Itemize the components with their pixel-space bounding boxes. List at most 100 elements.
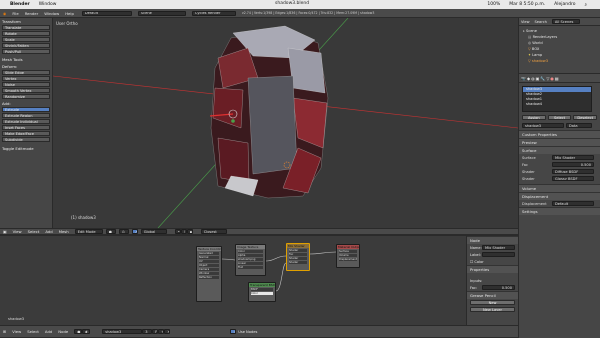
node-panel-title[interactable]: Node [467, 236, 518, 244]
node-socket[interactable]: Color [238, 250, 263, 253]
image-field[interactable]: shadow3.png [238, 258, 263, 261]
node-socket[interactable]: Shader [289, 257, 307, 260]
projection-field[interactable]: Flat [238, 266, 263, 269]
noise-button[interactable]: Noise [2, 82, 50, 87]
image-texture-node[interactable]: Image Texture Color Alpha shadow3.png Li… [235, 244, 266, 276]
outliner-item-shadow3[interactable]: ▽ shadow3 [523, 58, 598, 64]
use-nodes-checkbox[interactable]: ✓ [230, 329, 237, 334]
preview-title[interactable]: Preview [519, 138, 600, 146]
object-tab-icon[interactable]: ▣ [536, 76, 540, 81]
node-editor-type-icon[interactable]: ⊞ [3, 329, 6, 334]
material-slot[interactable]: shadow4 [523, 102, 591, 107]
node-menu-select[interactable]: Select [27, 329, 39, 334]
search-icon[interactable]: ⌕ [584, 2, 587, 8]
outliner-display-mode[interactable]: All Scenes [551, 19, 580, 24]
transparent-bsdf-node[interactable]: Transparent BSDF BSDF Color [248, 282, 276, 302]
node-socket[interactable]: Displacement [339, 258, 357, 261]
vertex-button[interactable]: Vertex [2, 76, 50, 81]
3d-viewport[interactable]: User Ortho (1) shadow3 [53, 18, 518, 228]
node-socket[interactable]: Alpha [238, 254, 263, 257]
new-layer-button[interactable]: New Layer [470, 307, 515, 312]
scene-tab-icon[interactable]: ◆ [527, 76, 530, 81]
settings-title[interactable]: Settings [519, 207, 600, 215]
editor-type-icon[interactable]: ▣ [3, 229, 7, 234]
node-socket[interactable]: Surface [339, 250, 357, 253]
node-socket[interactable]: Reflection [199, 276, 219, 279]
mode-selector[interactable]: Edit Mode [74, 229, 103, 234]
shrink-fatten-button[interactable]: Shrink/Fatten [2, 43, 50, 48]
material-tab-icon[interactable]: ● [550, 76, 554, 81]
material-users-field[interactable]: 3 [142, 329, 153, 334]
face-select-mode[interactable]: ▪ [186, 229, 193, 234]
translate-button[interactable]: Translate [2, 25, 50, 30]
texture-tab-icon[interactable]: ▦ [555, 76, 559, 81]
slide-edge-button[interactable]: Slide Edge [2, 70, 50, 75]
material-output-node[interactable]: Material Output Surface Volume Displacem… [336, 244, 360, 268]
render-engine-selector[interactable]: Cycles Render [191, 10, 236, 16]
extrude-region-button[interactable]: Extrude Region [2, 113, 50, 118]
volume-title[interactable]: Volume [519, 184, 600, 192]
node-socket[interactable]: Shader [289, 261, 307, 264]
viewport-menu-add[interactable]: Add [45, 229, 52, 234]
displacement-title[interactable]: Displacement [519, 192, 600, 200]
assign-button[interactable]: Assign [522, 115, 546, 120]
battery-status[interactable]: 100% [487, 2, 500, 7]
node-socket[interactable]: UV [199, 260, 219, 263]
vertex-select-mode[interactable]: • [174, 229, 181, 234]
node-socket[interactable]: Normal [199, 256, 219, 259]
material-link-selector[interactable]: Data [566, 123, 592, 128]
edge-select-mode[interactable]: / [180, 229, 187, 234]
node-socket[interactable]: BSDF [251, 288, 273, 291]
node-menu-view[interactable]: View [12, 329, 21, 334]
layout-selector[interactable]: Default [81, 10, 132, 16]
node-name-field[interactable]: Mix Shader [482, 245, 515, 250]
transform-panel-title[interactable]: Transform [0, 18, 52, 25]
fac-field[interactable]: 0.500 [482, 285, 515, 290]
color-field[interactable]: Color [251, 292, 273, 295]
node-socket[interactable]: Object [199, 264, 219, 267]
smooth-vertex-button[interactable]: Smooth Vertex [2, 88, 50, 93]
unlink-material-button[interactable]: ✕ [164, 329, 171, 334]
shader-type-object-icon[interactable]: ● [74, 329, 83, 334]
node-socket[interactable]: Volume [339, 254, 357, 257]
node-socket[interactable]: Generated [199, 252, 219, 255]
pivot-selector[interactable]: ◎ [118, 229, 129, 234]
mix-shader-node[interactable]: Mix Shader Shader Fac Shader Shader [286, 243, 310, 271]
interpolation-field[interactable]: Linear [238, 262, 263, 265]
subdivide-button[interactable]: Subdivide [2, 137, 50, 142]
node-socket[interactable]: Shader [289, 249, 307, 252]
menu-window[interactable]: Window [44, 11, 59, 16]
app-menu[interactable]: Blender [10, 2, 30, 7]
grease-new-button[interactable]: New [470, 300, 515, 305]
surface-title[interactable]: Surface [519, 146, 600, 154]
texture-coordinate-node[interactable]: Texture Coordinate Generated Normal UV O… [196, 246, 222, 302]
scene-selector[interactable]: Scene [137, 10, 186, 16]
window-menu[interactable]: Window [39, 2, 57, 7]
operator-panel-title[interactable]: Toggle Editmode [0, 145, 52, 152]
manipulator-toggle[interactable]: ↗ [131, 229, 138, 234]
grease-pencil-panel-title[interactable]: Grease Pencil [467, 291, 518, 299]
scale-button[interactable]: Scale [2, 37, 50, 42]
data-tab-icon[interactable]: ▽ [546, 76, 549, 81]
node-menu-node[interactable]: Node [58, 329, 68, 334]
fac-field[interactable]: 0.500 [552, 162, 594, 167]
node-socket[interactable]: Camera [199, 268, 219, 271]
node-editor[interactable]: Texture Coordinate Generated Normal UV O… [0, 235, 466, 325]
blender-logo-icon[interactable]: ◉ [3, 11, 6, 16]
push-pull-button[interactable]: Push/Pull [2, 49, 50, 54]
outliner-search-menu[interactable]: Search [535, 20, 547, 24]
material-selector[interactable]: shadow3 [102, 329, 143, 334]
node-menu-add[interactable]: Add [45, 329, 52, 334]
shader-type-world-icon[interactable]: ◐ [82, 329, 91, 334]
custom-properties-title[interactable]: Custom Properties [519, 130, 600, 138]
extrude-individual-button[interactable]: Extrude Individual [2, 119, 50, 124]
select-button[interactable]: Select [547, 115, 572, 120]
node-socket[interactable]: Fac [289, 253, 307, 256]
node-label-field[interactable] [482, 252, 515, 257]
snap-selector[interactable]: Closest [200, 229, 227, 234]
make-edge-face-button[interactable]: Make Edge/Face [2, 131, 50, 136]
menu-file[interactable]: File [12, 11, 18, 16]
menu-help[interactable]: Help [65, 11, 74, 16]
orientation-selector[interactable]: Global [140, 229, 167, 234]
clock[interactable]: Mar 8 5:50 p.m. [509, 2, 545, 7]
